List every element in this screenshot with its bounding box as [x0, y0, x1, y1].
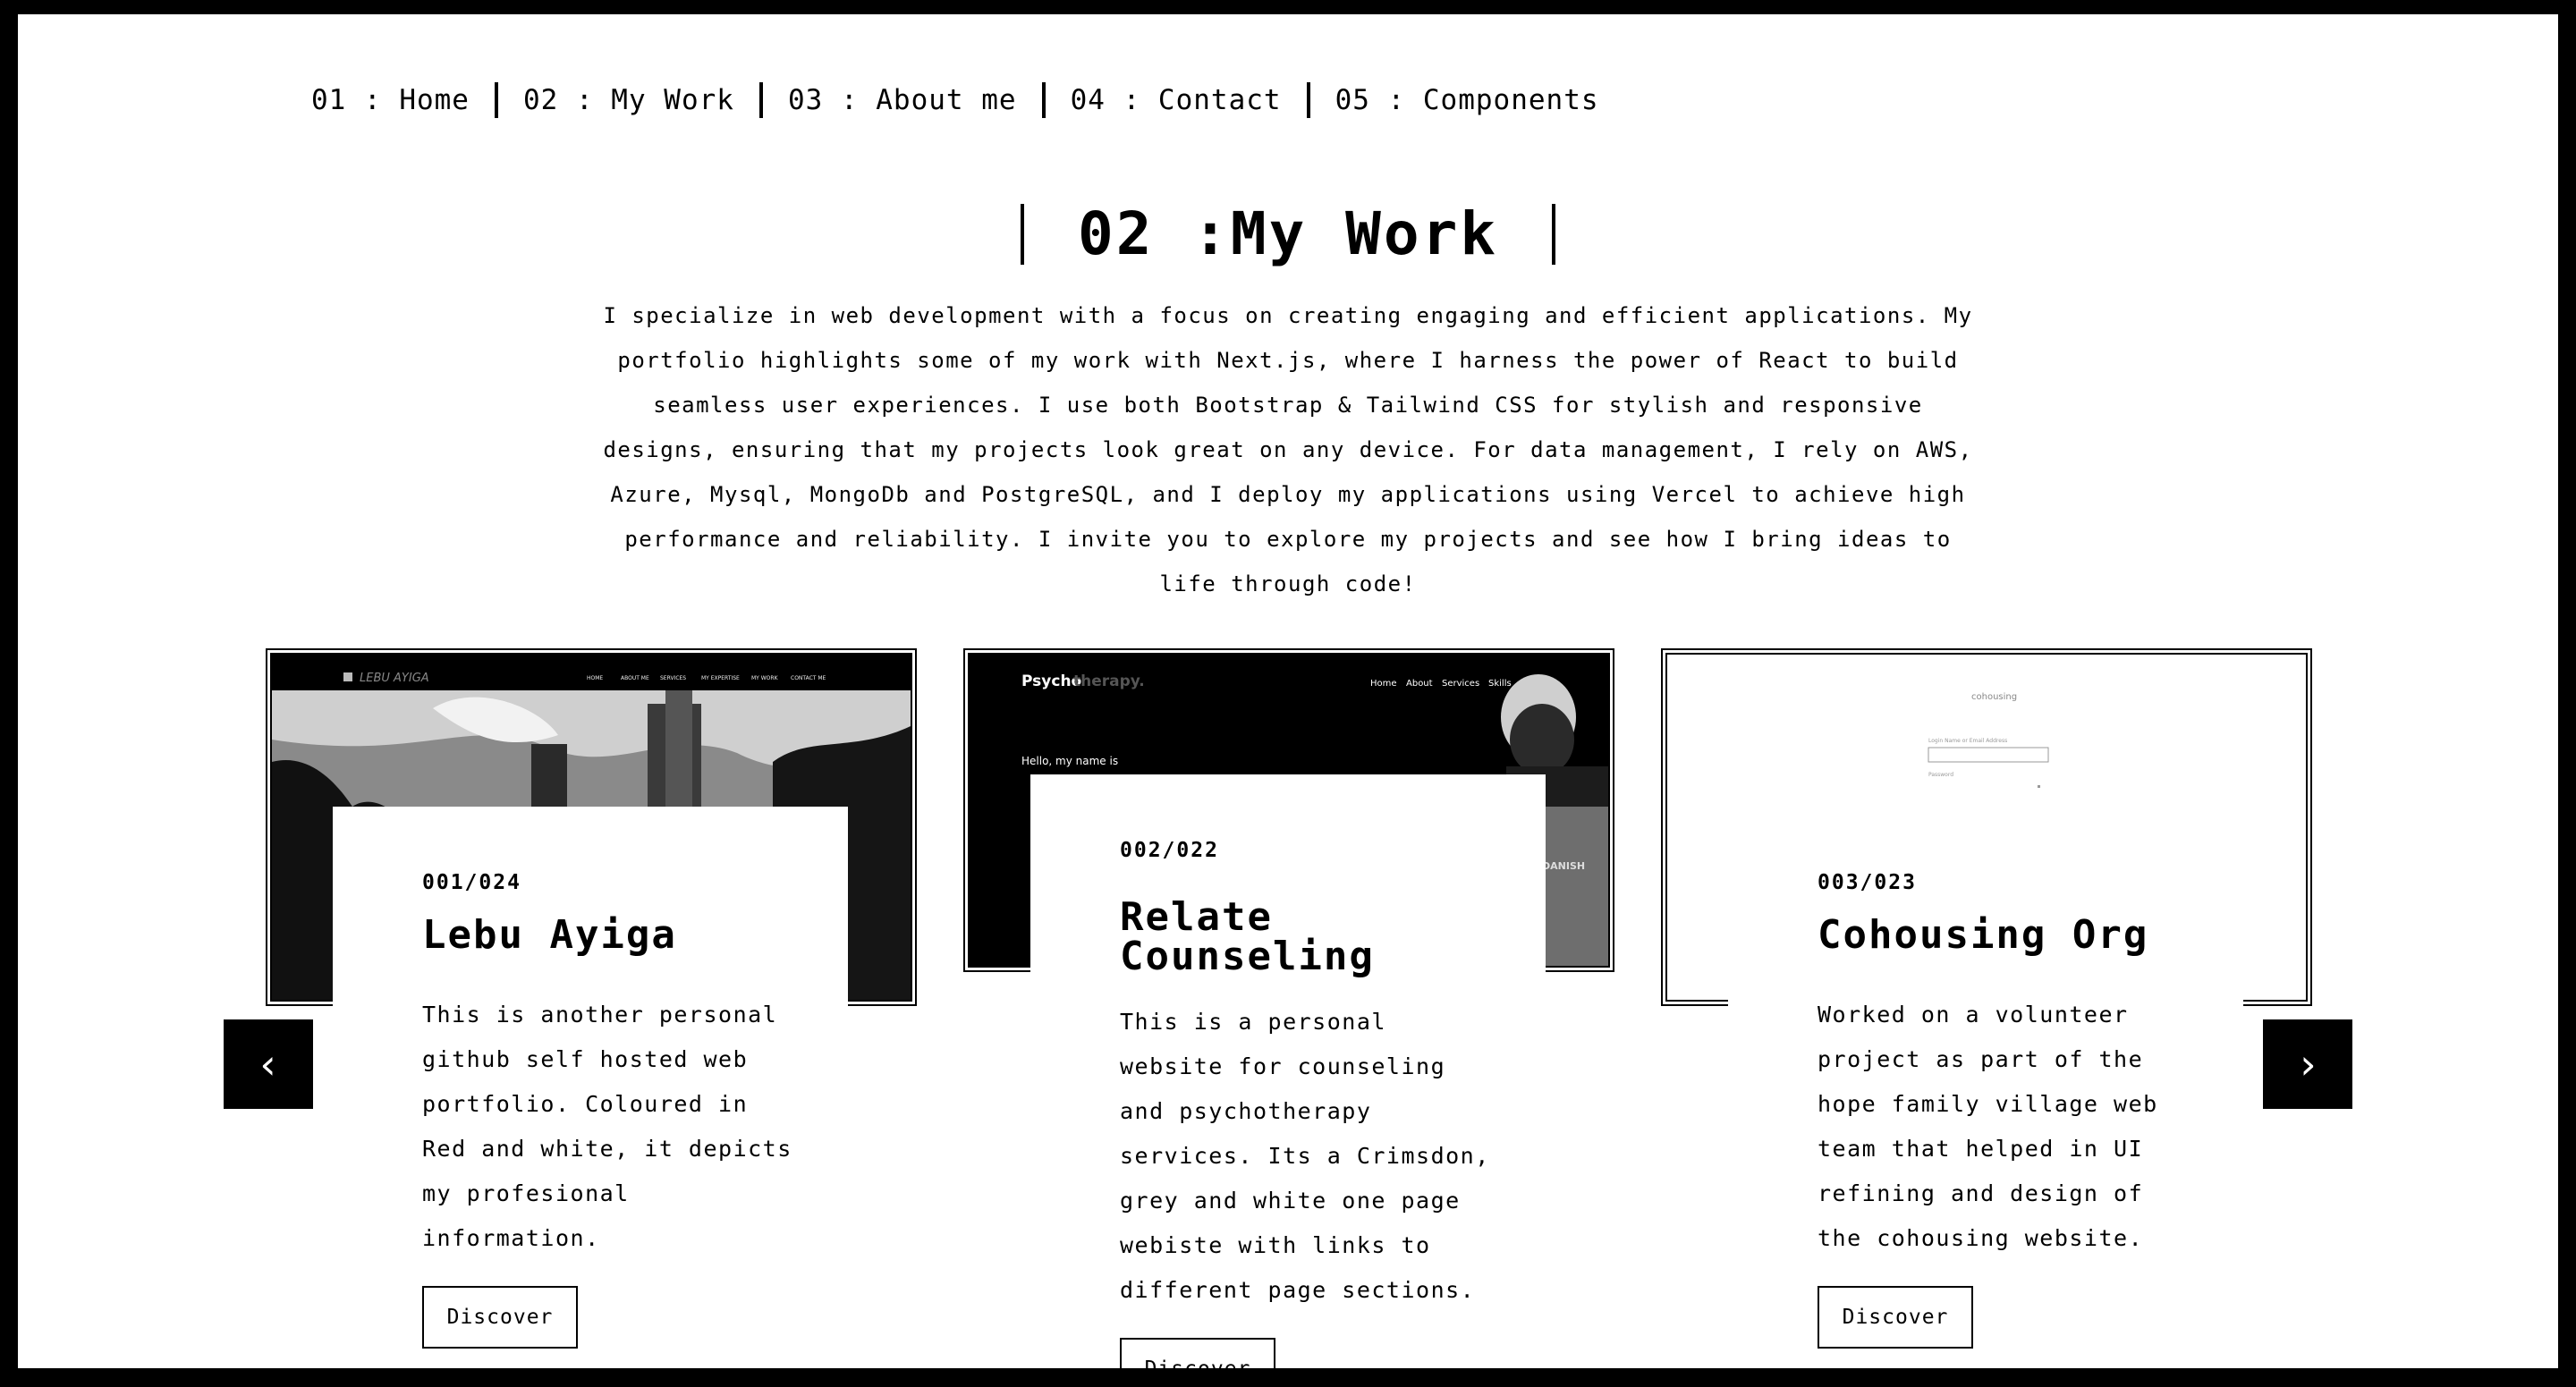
project-description: Worked on a volunteer project as part of…: [1818, 1002, 2158, 1251]
project-number: 002/022: [1120, 839, 1219, 862]
svg-text:Skills: Skills: [1488, 679, 1512, 689]
project-title: Relate Counseling: [1120, 894, 1375, 979]
svg-text:SERVICES: SERVICES: [660, 675, 686, 681]
discover-button[interactable]: Discover: [422, 1286, 578, 1349]
project-title: Cohousing Org: [1818, 912, 2149, 958]
svg-text:Services: Services: [1442, 679, 1479, 689]
lebu-preview-menu: HOME ABOUT ME SERVICES MY EXPERTISE MY W…: [587, 675, 826, 681]
shirt-print: DANISH: [1542, 860, 1585, 872]
project-card-relate-counseling: 002/022 Relate Counseling This is a pers…: [1030, 774, 1546, 1368]
section-heading: 02 :My Work: [18, 199, 2558, 270]
page: 01 : Home 02 : My Work 03 : About me 04 …: [18, 14, 2558, 1368]
svg-text:CONTACT ME: CONTACT ME: [791, 675, 826, 681]
svg-text:therapy.: therapy.: [1073, 672, 1145, 690]
top-nav: 01 : Home 02 : My Work 03 : About me 04 …: [295, 64, 1624, 136]
nav-my-work[interactable]: 02 : My Work: [498, 84, 759, 116]
project-description: This is another personal github self hos…: [422, 1002, 792, 1251]
nav-home[interactable]: 01 : Home: [295, 84, 495, 116]
project-number: 001/024: [422, 871, 521, 894]
project-number: 003/023: [1818, 871, 1917, 894]
svg-text:Password: Password: [1928, 772, 1953, 778]
project-description: This is a personal website for counselin…: [1120, 1009, 1490, 1303]
page-title: 02 :My Work: [1077, 199, 1499, 268]
svg-text:Login Name or Email Address: Login Name or Email Address: [1928, 738, 2007, 744]
svg-text:MY WORK: MY WORK: [751, 675, 779, 681]
svg-text:About: About: [1406, 679, 1433, 689]
svg-text:LEBU AYIGA: LEBU AYIGA: [360, 672, 429, 685]
svg-text:HOME: HOME: [587, 675, 603, 681]
project-card-cohousing: 003/023 Cohousing Org Worked on a volunt…: [1728, 807, 2243, 1368]
nav-about-me[interactable]: 03 : About me: [763, 84, 1042, 116]
intro-paragraph: I specialize in web development with a f…: [603, 303, 1973, 596]
heading-bar-left: [1020, 204, 1024, 265]
carousel-prev-button[interactable]: ‹: [224, 1019, 313, 1109]
discover-button[interactable]: Discover: [1818, 1286, 1973, 1349]
svg-text:cohousing: cohousing: [1971, 692, 2017, 702]
svg-text:ABOUT ME: ABOUT ME: [621, 675, 649, 681]
svg-text:Home: Home: [1370, 679, 1397, 689]
heading-bar-right: [1552, 204, 1556, 265]
nav-components[interactable]: 05 : Components: [1310, 84, 1624, 116]
project-title: Lebu Ayiga: [422, 912, 677, 958]
discover-button[interactable]: Discover: [1120, 1338, 1275, 1368]
nav-contact[interactable]: 04 : Contact: [1046, 84, 1307, 116]
svg-text:MY EXPERTISE: MY EXPERTISE: [701, 675, 740, 681]
project-card-lebu-ayiga: 001/024 Lebu Ayiga This is another perso…: [333, 807, 848, 1368]
carousel-next-button[interactable]: ›: [2263, 1019, 2352, 1109]
svg-text:Hello, my name is: Hello, my name is: [1021, 755, 1118, 767]
